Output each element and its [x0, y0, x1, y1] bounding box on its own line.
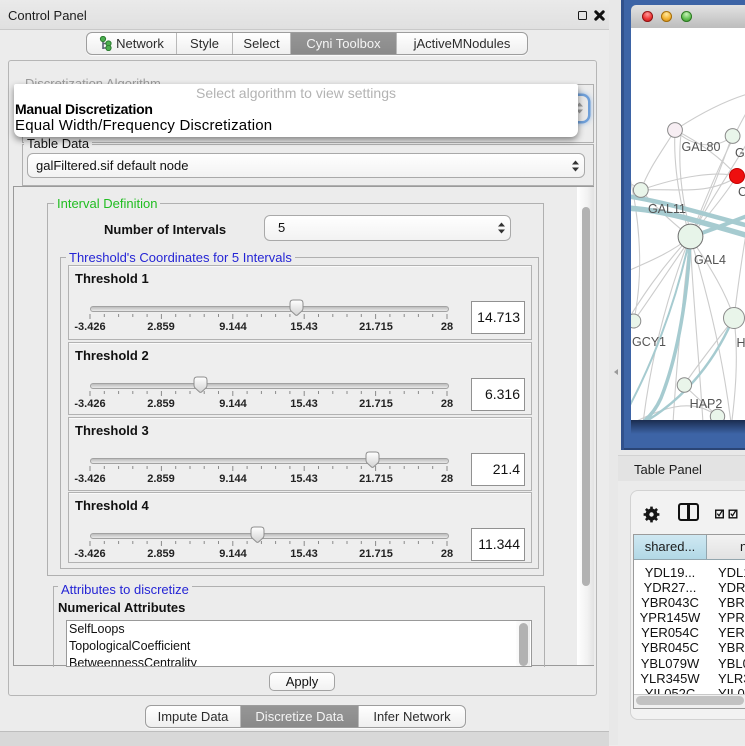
- svg-text:GAL4: GAL4: [694, 253, 726, 267]
- svg-text:C: C: [738, 185, 745, 199]
- svg-text:GAL11: GAL11: [648, 202, 686, 216]
- svg-text:GAL80: GAL80: [682, 140, 721, 154]
- svg-text:HAP2: HAP2: [690, 397, 723, 411]
- svg-text:GCY1: GCY1: [632, 335, 666, 349]
- svg-text:GA: GA: [735, 146, 745, 160]
- svg-text:H: H: [737, 336, 745, 350]
